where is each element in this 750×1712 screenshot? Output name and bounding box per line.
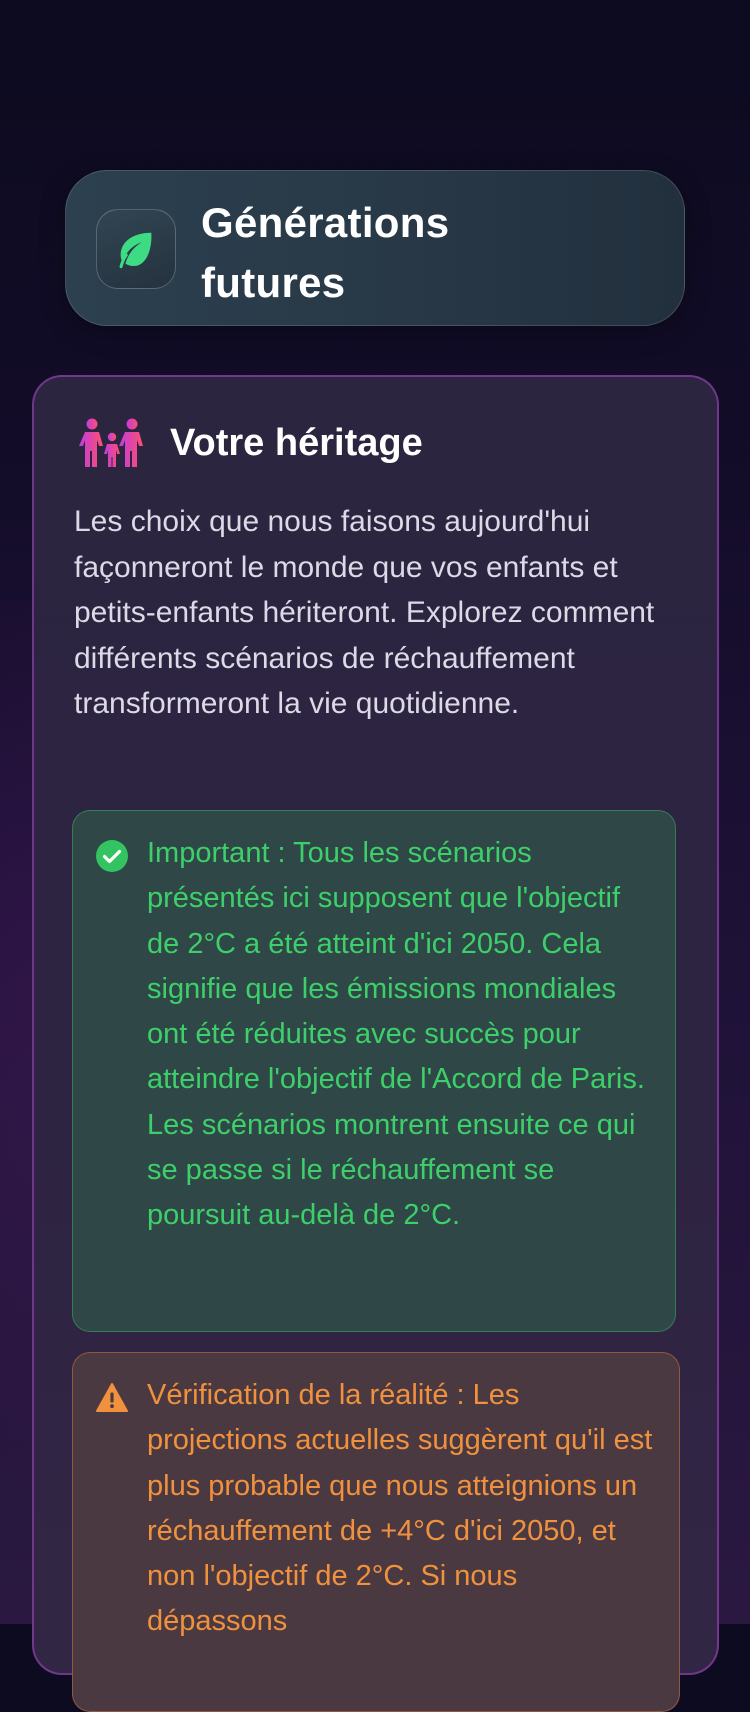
section-header: Votre héritage (78, 417, 423, 469)
intro-text: Les choix que nous faisons aujourd'hui f… (74, 505, 655, 720)
warning-note-text: Vérification de la réalité : Les project… (147, 1379, 653, 1638)
success-note: Important : Tous les scénarios présentés… (72, 810, 676, 1332)
heritage-card: Votre héritage Les choix que nous faison… (32, 375, 719, 1712)
header-card: Générations futures (65, 170, 685, 326)
page-title: Générations futures (201, 199, 450, 306)
warning-icon (96, 1383, 128, 1412)
leaf-icon (119, 232, 152, 269)
app-icon (96, 209, 176, 289)
success-note-text: Important : Tous les scénarios présentés… (147, 837, 645, 1232)
warning-note: Vérification de la réalité : Les project… (72, 1352, 680, 1712)
check-circle-icon (96, 840, 128, 872)
family-icon (79, 418, 143, 467)
section-title: Votre héritage (170, 421, 423, 464)
